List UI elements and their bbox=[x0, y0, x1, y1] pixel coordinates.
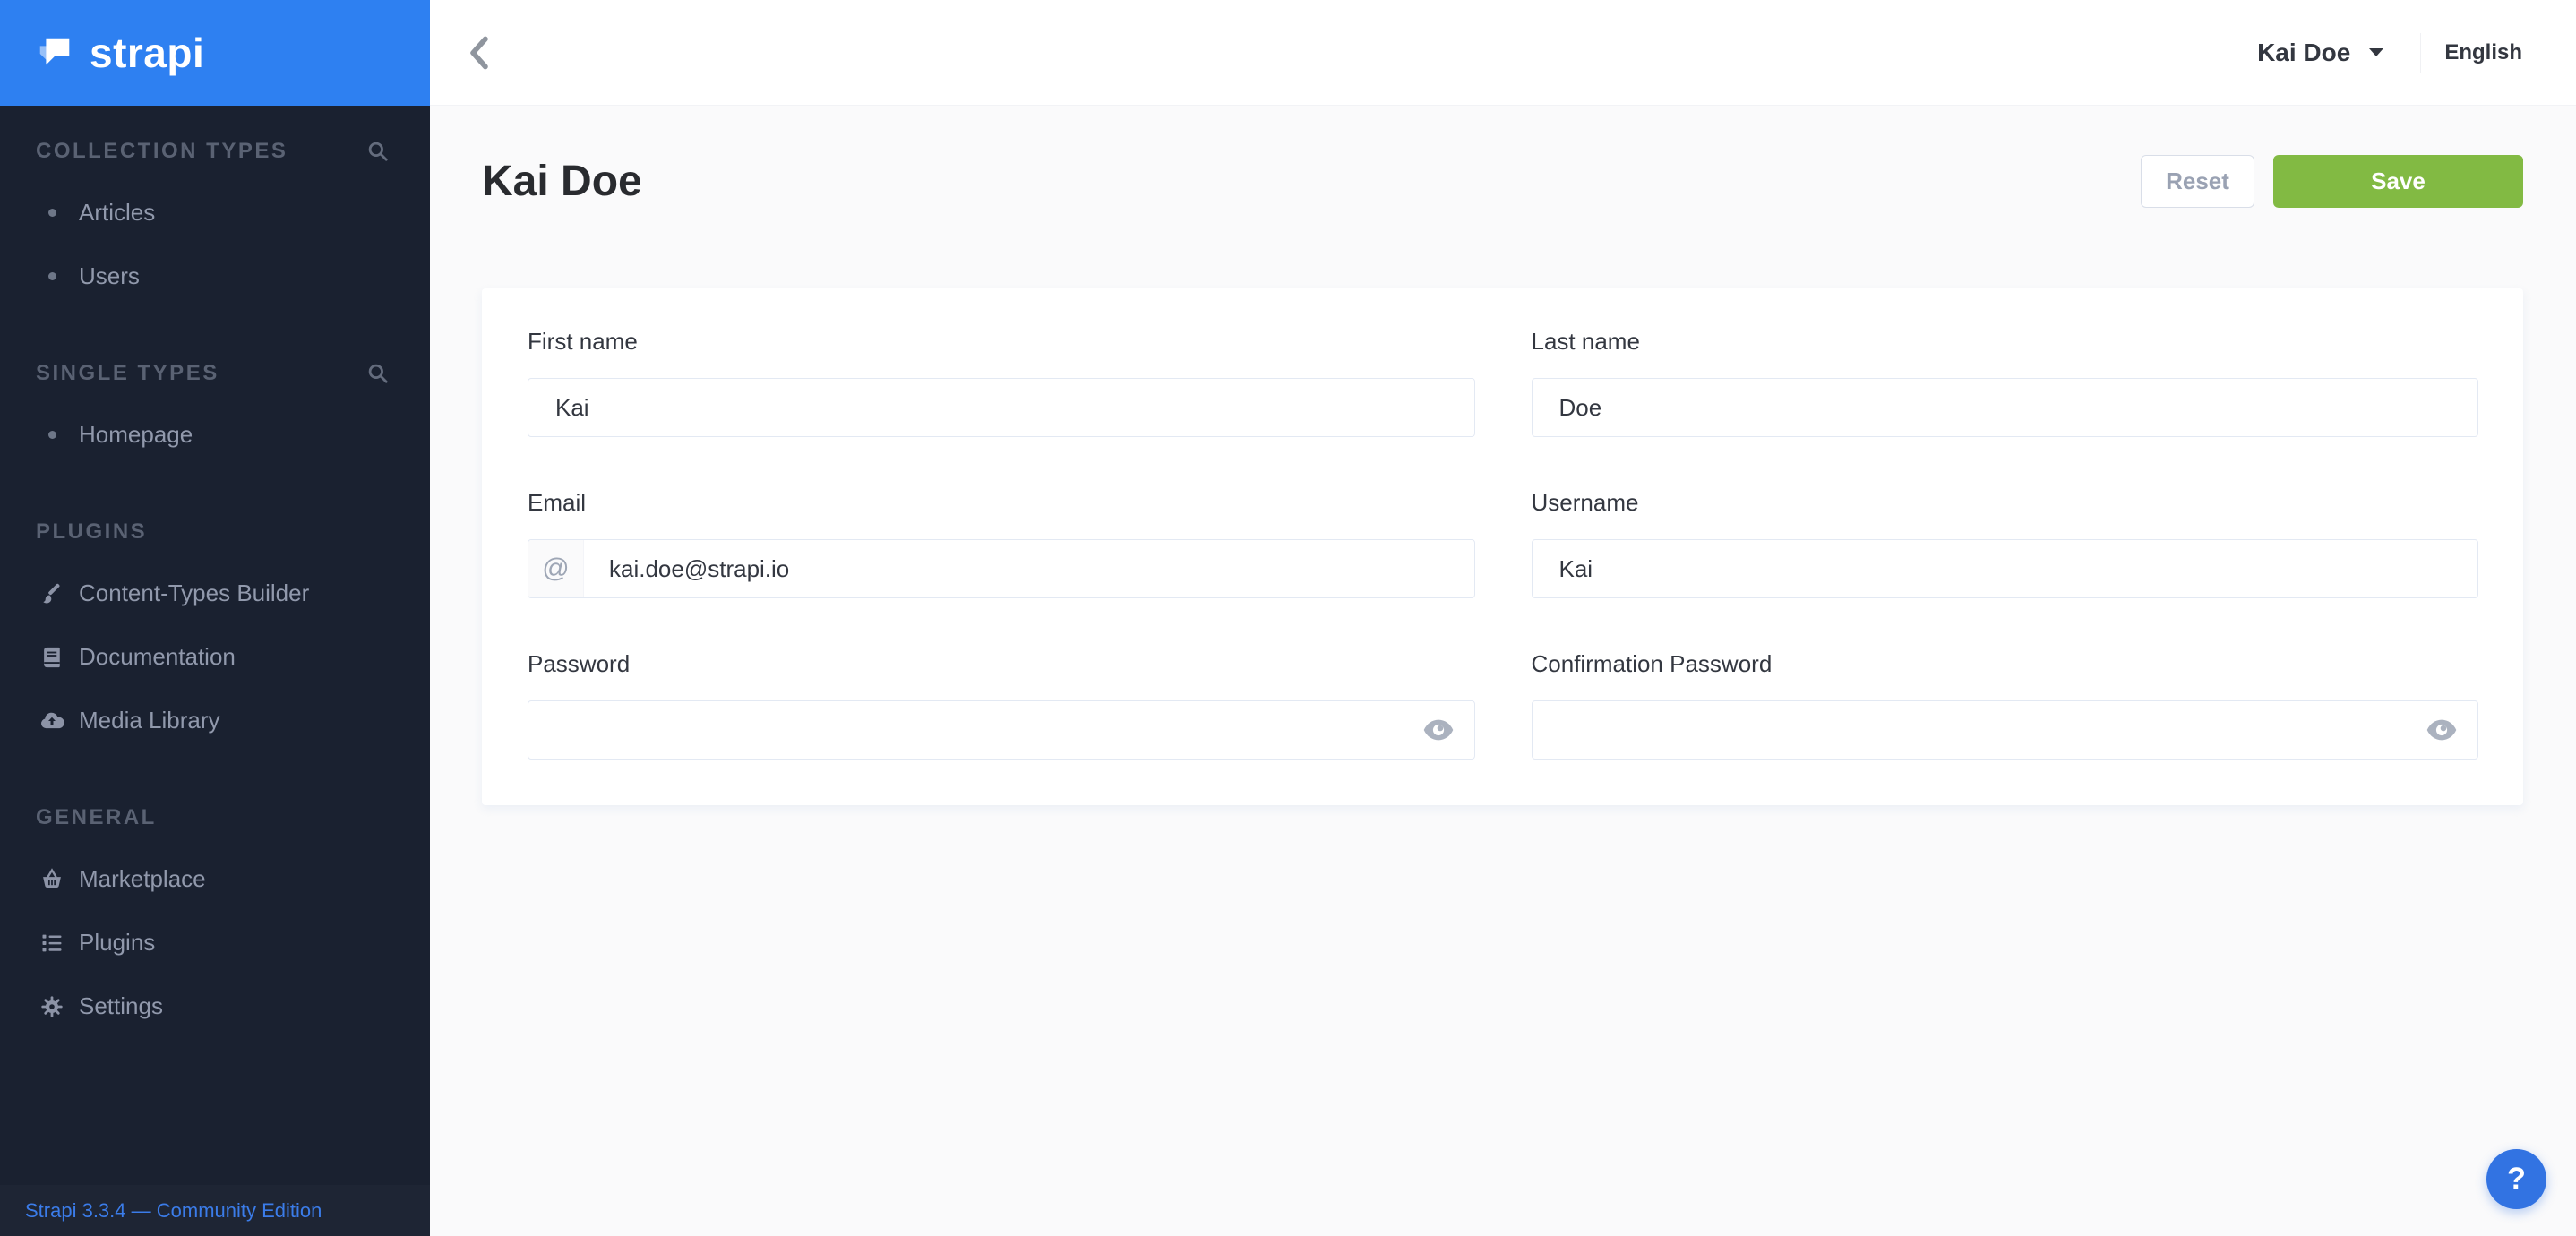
sidebar-item-articles[interactable]: Articles bbox=[0, 181, 430, 245]
list-icon bbox=[36, 927, 68, 959]
username-input[interactable] bbox=[1532, 539, 2479, 598]
sidebar-item-content-types-builder[interactable]: Content-Types Builder bbox=[0, 562, 430, 625]
sidebar-item-documentation[interactable]: Documentation bbox=[0, 625, 430, 689]
reset-button[interactable]: Reset bbox=[2141, 155, 2254, 208]
page-title: Kai Doe bbox=[482, 155, 642, 208]
confirmation-password-input[interactable] bbox=[1532, 700, 2479, 760]
strapi-flag-icon bbox=[34, 32, 75, 73]
section-plugins-label: PLUGINS bbox=[36, 519, 147, 545]
sidebar-item-users[interactable]: Users bbox=[0, 245, 430, 308]
bullet-icon bbox=[36, 261, 68, 293]
sidebar-item-marketplace[interactable]: Marketplace bbox=[0, 847, 430, 911]
section-collection-types-label: COLLECTION TYPES bbox=[36, 139, 288, 164]
eye-icon bbox=[1423, 720, 1454, 741]
first-name-input[interactable] bbox=[528, 378, 1475, 437]
basket-icon bbox=[36, 863, 68, 896]
last-name-input[interactable] bbox=[1532, 378, 2479, 437]
first-name-label: First name bbox=[528, 328, 1475, 355]
user-menu[interactable]: Kai Doe bbox=[2257, 39, 2384, 67]
topbar: Kai Doe English bbox=[430, 0, 2576, 106]
last-name-label: Last name bbox=[1532, 328, 2479, 355]
email-label: Email bbox=[528, 489, 1475, 516]
app-version-link[interactable]: Strapi 3.3.4 — Community Edition bbox=[0, 1185, 430, 1236]
section-plugins: PLUGINS Content-Types Builder bbox=[0, 519, 430, 752]
sidebar-item-plugins[interactable]: Plugins bbox=[0, 911, 430, 974]
field-last-name: Last name bbox=[1532, 328, 2479, 437]
email-input[interactable] bbox=[528, 539, 1475, 598]
gear-icon bbox=[36, 991, 68, 1023]
search-icon[interactable] bbox=[365, 139, 391, 164]
paintbrush-icon bbox=[36, 578, 68, 610]
section-collection-types: COLLECTION TYPES Articles Users bbox=[0, 138, 430, 308]
section-single-types: SINGLE TYPES Homepage bbox=[0, 360, 430, 467]
field-first-name: First name bbox=[528, 328, 1475, 437]
bullet-icon bbox=[36, 197, 68, 229]
page-header: Kai Doe Reset Save bbox=[482, 155, 2523, 208]
section-general-label: GENERAL bbox=[36, 805, 157, 830]
toggle-password-visibility-button[interactable] bbox=[2423, 717, 2460, 744]
back-button[interactable] bbox=[430, 0, 528, 105]
chevron-left-icon bbox=[468, 36, 490, 70]
confirmation-password-label: Confirmation Password bbox=[1532, 650, 2479, 677]
field-password: Password bbox=[528, 650, 1475, 760]
save-button[interactable]: Save bbox=[2273, 155, 2523, 208]
search-icon[interactable] bbox=[365, 361, 391, 386]
toggle-password-visibility-button[interactable] bbox=[1420, 717, 1457, 744]
cloud-upload-icon bbox=[36, 705, 68, 737]
topbar-divider bbox=[2420, 33, 2421, 73]
language-selector[interactable]: English bbox=[2444, 40, 2522, 65]
sidebar-item-settings[interactable]: Settings bbox=[0, 974, 430, 1038]
edit-user-card: First name Last name Email bbox=[482, 288, 2523, 805]
question-mark-icon: ? bbox=[2507, 1162, 2526, 1197]
section-single-types-label: SINGLE TYPES bbox=[36, 361, 219, 386]
eye-icon bbox=[2426, 720, 2457, 741]
caret-down-icon bbox=[2368, 47, 2384, 57]
sidebar: strapi COLLECTION TYPES Articles bbox=[0, 0, 430, 1236]
section-general: GENERAL bbox=[0, 804, 430, 1038]
password-input[interactable] bbox=[528, 700, 1475, 760]
sidebar-item-media-library[interactable]: Media Library bbox=[0, 689, 430, 752]
sidebar-item-homepage[interactable]: Homepage bbox=[0, 403, 430, 467]
bullet-icon bbox=[36, 419, 68, 451]
at-sign-prefix: @ bbox=[528, 540, 584, 597]
strapi-logo[interactable]: strapi bbox=[0, 0, 430, 106]
field-email: Email @ bbox=[528, 489, 1475, 598]
user-menu-name: Kai Doe bbox=[2257, 39, 2350, 67]
help-button[interactable]: ? bbox=[2486, 1149, 2546, 1209]
app-window: strapi COLLECTION TYPES Articles bbox=[0, 0, 2576, 1236]
strapi-logo-text: strapi bbox=[90, 32, 204, 73]
book-icon bbox=[36, 641, 68, 674]
main-area: Kai Doe English Kai Doe Reset Save bbox=[430, 0, 2576, 1236]
username-label: Username bbox=[1532, 489, 2479, 516]
sidebar-nav: COLLECTION TYPES Articles Users bbox=[0, 138, 430, 1038]
content: Kai Doe Reset Save First name Last nam bbox=[430, 106, 2576, 805]
password-label: Password bbox=[528, 650, 1475, 677]
field-confirmation-password: Confirmation Password bbox=[1532, 650, 2479, 760]
field-username: Username bbox=[1532, 489, 2479, 598]
